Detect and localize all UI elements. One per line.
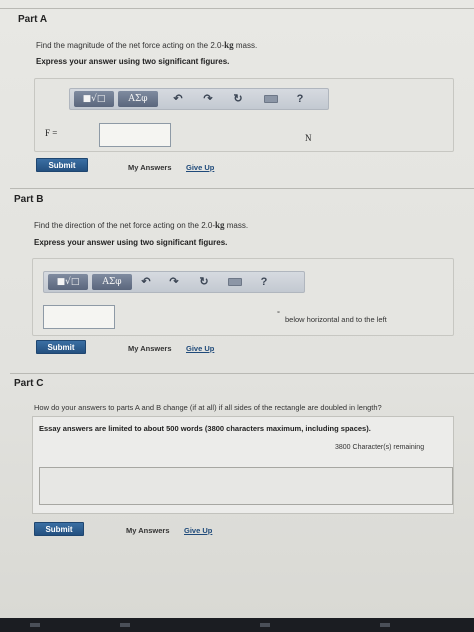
- part-b-title: Part B: [14, 194, 44, 205]
- part-b-question-end: mass.: [224, 221, 249, 230]
- part-b-give-up-link[interactable]: Give Up: [186, 344, 214, 353]
- part-b-instruction: Express your answer using two significan…: [34, 238, 228, 247]
- keyboard-icon[interactable]: [228, 278, 242, 286]
- bar-mark: [120, 623, 130, 627]
- part-c-title: Part C: [14, 378, 44, 389]
- redo-icon[interactable]: ↷: [200, 91, 216, 107]
- divider-b: [10, 188, 474, 189]
- undo-icon[interactable]: ↶: [138, 274, 154, 290]
- greek-symbols-button[interactable]: AΣφ: [118, 91, 158, 107]
- keyboard-icon[interactable]: [264, 95, 278, 103]
- part-c-submit-button[interactable]: Submit: [34, 522, 84, 536]
- part-a-toolbar: ■√□ AΣφ ↶ ↷ ↻ ?: [69, 88, 329, 110]
- part-a-question-text: Find the magnitude of the net force acti…: [36, 41, 225, 50]
- templates-button[interactable]: ■√□: [74, 91, 114, 107]
- part-b-submit-button[interactable]: Submit: [36, 340, 86, 354]
- greek-symbols-button[interactable]: AΣφ: [92, 274, 132, 290]
- part-b-my-answers-link[interactable]: My Answers: [128, 344, 172, 353]
- reset-icon[interactable]: ↻: [196, 274, 212, 290]
- divider-c: [10, 373, 474, 374]
- bar-mark: [260, 623, 270, 627]
- screen-bottom-bar: [0, 618, 474, 632]
- undo-icon[interactable]: ↶: [170, 91, 186, 107]
- part-b-toolbar: ■√□ AΣφ ↶ ↷ ↻ ?: [43, 271, 305, 293]
- part-a-input[interactable]: [99, 123, 171, 147]
- help-icon[interactable]: ?: [292, 91, 308, 107]
- part-a-title: Part A: [18, 14, 48, 25]
- essay-limit-note: Essay answers are limited to about 500 w…: [39, 424, 371, 433]
- unit-label: N: [305, 133, 312, 143]
- part-c-textarea[interactable]: [39, 467, 453, 505]
- part-a-question: Find the magnitude of the net force acti…: [36, 40, 257, 50]
- part-a-question-end: mass.: [233, 41, 258, 50]
- part-b-question: Find the direction of the net force acti…: [34, 220, 248, 230]
- part-a-instruction: Express your answer using two significan…: [36, 57, 230, 66]
- bar-mark: [30, 623, 40, 627]
- divider-top: [0, 8, 474, 9]
- page-background: Part A Find the magnitude of the net for…: [0, 0, 474, 618]
- bar-mark: [380, 623, 390, 627]
- part-a-my-answers-link[interactable]: My Answers: [128, 163, 172, 172]
- direction-suffix: below horizontal and to the left: [285, 315, 387, 324]
- part-c-essay-box: Essay answers are limited to about 500 w…: [32, 416, 454, 514]
- part-c-question: How do your answers to parts A and B cha…: [34, 403, 382, 412]
- part-c-my-answers-link[interactable]: My Answers: [126, 526, 170, 535]
- part-b-answer-box: ■√□ AΣφ ↶ ↷ ↻ ? ° below horizontal and t…: [32, 258, 454, 336]
- part-a-answer-box: ■√□ AΣφ ↶ ↷ ↻ ? F = N: [34, 78, 454, 152]
- part-c-give-up-link[interactable]: Give Up: [184, 526, 212, 535]
- redo-icon[interactable]: ↷: [166, 274, 182, 290]
- degree-symbol: °: [277, 309, 280, 318]
- part-b-input[interactable]: [43, 305, 115, 329]
- part-b-question-unit: kg: [215, 220, 225, 230]
- help-icon[interactable]: ?: [256, 274, 272, 290]
- templates-button[interactable]: ■√□: [48, 274, 88, 290]
- part-a-submit-button[interactable]: Submit: [36, 158, 88, 172]
- part-a-question-unit: kg: [224, 40, 234, 50]
- part-a-give-up-link[interactable]: Give Up: [186, 163, 214, 172]
- part-b-question-text: Find the direction of the net force acti…: [34, 221, 215, 230]
- reset-icon[interactable]: ↻: [230, 91, 246, 107]
- variable-label: F =: [45, 128, 58, 138]
- characters-remaining: 3800 Character(s) remaining: [335, 444, 425, 451]
